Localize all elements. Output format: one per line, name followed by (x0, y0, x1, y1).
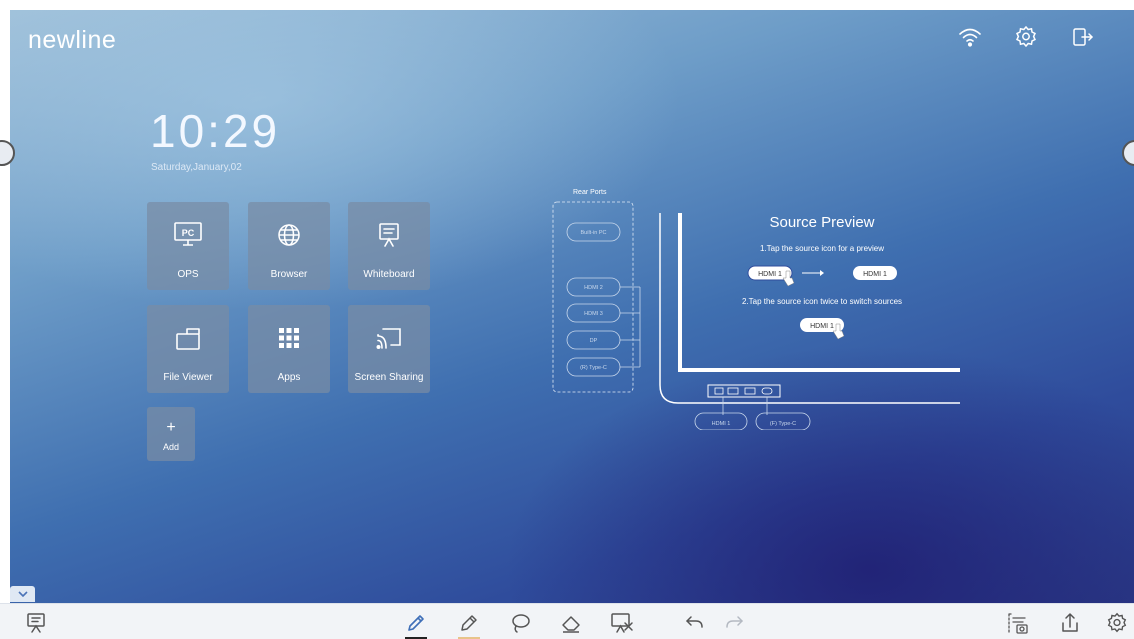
cast-icon (348, 323, 430, 353)
toolbar-settings-icon[interactable] (1104, 610, 1130, 636)
pill-label: HDMI 1 (863, 271, 887, 278)
source-preview-diagram: Rear Ports Built-in PC HDMI 2 HDMI 3 DP … (552, 189, 960, 430)
wifi-icon[interactable] (957, 24, 983, 50)
tile-label: OPS (177, 269, 199, 280)
pill-label: HDMI 1 (758, 271, 782, 278)
chevron-down-icon (17, 591, 28, 598)
bottom-toolbar (0, 603, 1134, 639)
tile-file-viewer[interactable]: File Viewer (147, 305, 229, 393)
whiteboard-icon (348, 220, 430, 250)
clock-time: 10:29 (150, 105, 281, 157)
tile-browser[interactable]: Browser (248, 202, 330, 290)
undo-icon[interactable] (681, 610, 707, 636)
collapse-toolbar-button[interactable] (10, 586, 35, 602)
svg-text:PC: PC (182, 228, 195, 238)
rear-port: HDMI 3 (584, 311, 603, 317)
tile-label: Whiteboard (363, 269, 415, 280)
exit-icon[interactable] (1069, 24, 1095, 50)
step-2-text: 2.Tap the source icon twice to switch so… (742, 297, 902, 306)
tile-apps[interactable]: Apps (248, 305, 330, 393)
rear-port: HDMI 2 (584, 285, 603, 291)
front-port: (F) Type-C (770, 421, 796, 427)
pill-label: HDMI 1 (810, 323, 834, 330)
globe-icon (248, 220, 330, 250)
clock-date: Saturday,January,02 (151, 162, 242, 173)
lasso-icon[interactable] (507, 610, 533, 636)
plus-icon: + (166, 419, 176, 436)
add-tile-button[interactable]: + Add (147, 407, 195, 461)
pc-icon: PC (147, 220, 229, 250)
pen-icon[interactable] (403, 610, 429, 639)
tile-label: Screen Sharing (354, 372, 424, 383)
settings-icon[interactable] (1013, 24, 1039, 50)
redo-icon[interactable] (722, 610, 748, 636)
share-icon[interactable] (1057, 610, 1083, 636)
folder-icon (147, 323, 229, 353)
clear-board-icon[interactable] (609, 610, 635, 636)
rear-port: Built-in PC (581, 230, 607, 236)
whiteboard-icon[interactable] (23, 610, 49, 636)
step-1-text: 1.Tap the source icon for a preview (760, 244, 884, 253)
desktop: newline 10:29 Saturday,January,02 PC OPS… (10, 10, 1134, 603)
highlighter-icon[interactable] (456, 610, 482, 639)
rear-port: (R) Type-C (580, 365, 607, 371)
eraser-icon[interactable] (558, 610, 584, 636)
tile-whiteboard[interactable]: Whiteboard (348, 202, 430, 290)
add-tile-label: Add (162, 442, 179, 452)
front-port: HDMI 1 (712, 421, 731, 427)
tile-label: File Viewer (163, 372, 213, 383)
tile-label: Apps (277, 372, 301, 383)
brand-logo: newline (28, 26, 117, 54)
tile-screen-sharing[interactable]: Screen Sharing (348, 305, 430, 393)
tile-ops[interactable]: PC OPS (147, 202, 229, 290)
screenshot-icon[interactable] (1005, 610, 1031, 636)
grid-icon (248, 323, 330, 353)
tile-label: Browser (270, 269, 308, 280)
rear-ports-title: Rear Ports (573, 189, 607, 196)
rear-port: DP (590, 338, 598, 344)
source-preview-title: Source Preview (769, 214, 874, 231)
